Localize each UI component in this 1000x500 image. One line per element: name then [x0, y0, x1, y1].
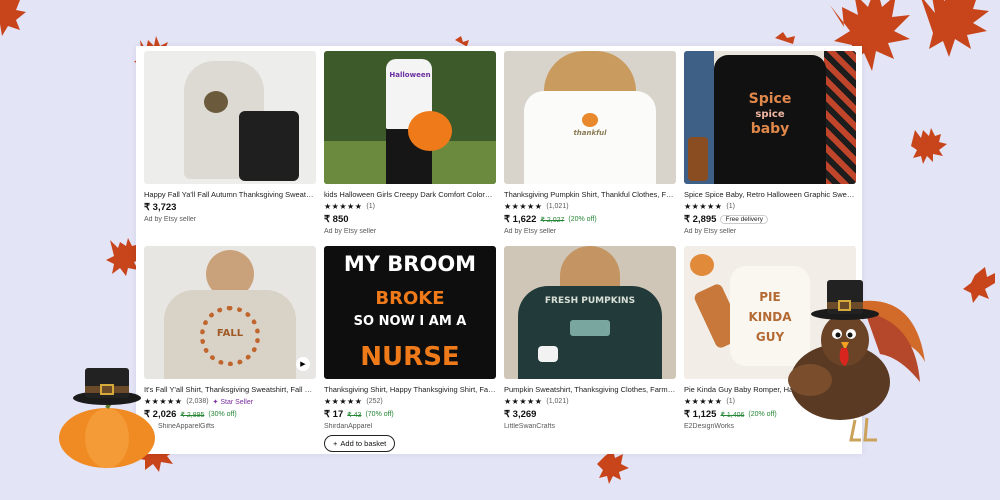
ad-label: Ad by Etsy seller: [504, 228, 557, 235]
star-rating: ★★★★★: [504, 397, 543, 406]
star-rating: ★★★★★: [324, 397, 363, 406]
listing-price: ₹ 17: [324, 409, 344, 420]
original-price: ₹ 1,406: [720, 411, 745, 419]
listing-price: ₹ 1,125: [684, 409, 717, 420]
shirt-text: spice: [755, 109, 785, 120]
ad-label: Ad by Etsy seller: [144, 216, 197, 223]
discount-label: (20% off): [748, 411, 777, 418]
shirt-text: BROKE: [375, 288, 445, 309]
original-price: ₹ 2,895: [180, 411, 205, 419]
listing-price: ₹ 850: [324, 214, 349, 225]
star-seller-label: Star Seller: [220, 398, 254, 406]
listing-card[interactable]: Halloween kids Halloween Girls Creepy Da…: [324, 51, 496, 235]
star-rating: ★★★★★: [324, 202, 363, 211]
turkey-pilgrim-illustration: [788, 280, 925, 442]
listing-card[interactable]: MY BROOM BROKE SO NOW I AM A NURSE Thank…: [324, 246, 496, 452]
original-price: ₹ 2,027: [540, 216, 565, 224]
review-count: (1,021): [546, 203, 569, 210]
star-seller-badge: ✦ Star Seller: [212, 398, 254, 406]
listing-image[interactable]: Spice spice baby: [684, 51, 856, 184]
star-rating: ★★★★★: [504, 202, 543, 211]
review-count: (1): [366, 203, 375, 210]
star-rating: ★★★★★: [684, 397, 723, 406]
listing-card[interactable]: Happy Fall Ya'll Fall Autumn Thanksgivin…: [144, 51, 316, 223]
listing-title[interactable]: Pumpkin Sweatshirt, Thanksgiving Clothes…: [504, 385, 676, 394]
shirt-text: baby: [750, 121, 790, 137]
shirt-text: FRESH PUMPKINS: [544, 296, 636, 306]
listing-panel: Happy Fall Ya'll Fall Autumn Thanksgivin…: [136, 46, 862, 454]
shirt-text: SO NOW I AM A: [353, 314, 467, 329]
listing-price: ₹ 1,622: [504, 214, 537, 225]
discount-label: (20% off): [568, 216, 597, 223]
discount-label: (30% off): [208, 411, 237, 418]
star-rating: ★★★★★: [684, 202, 723, 211]
shop-name[interactable]: LittleSwanCrafts: [504, 423, 676, 430]
listing-image[interactable]: thankful: [504, 51, 676, 184]
listing-image[interactable]: Halloween: [324, 51, 496, 184]
shirt-text: thankful: [573, 129, 607, 137]
shop-name[interactable]: ShirdanApparel: [324, 423, 496, 430]
review-count: (1,021): [546, 398, 569, 405]
review-count: (252): [366, 398, 383, 405]
listing-card[interactable]: Spice spice baby Spice Spice Baby, Retro…: [684, 51, 856, 235]
shirt-text: MY BROOM: [343, 252, 477, 276]
shirt-text: FALL: [216, 328, 244, 339]
play-video-icon[interactable]: ▶: [296, 357, 310, 371]
review-count: (1): [726, 203, 735, 210]
shirt-text: Spice: [748, 91, 792, 107]
original-price: ₹ 43: [347, 411, 362, 419]
listing-card[interactable]: FRESH PUMPKINS Pumpkin Sweatshirt, Thank…: [504, 246, 676, 430]
listing-title[interactable]: It's Fall Y'all Shirt, Thanksgiving Swea…: [144, 385, 316, 394]
plus-icon: +: [333, 439, 338, 448]
ad-label: Ad by Etsy seller: [324, 228, 377, 235]
listing-price: ₹ 2,895: [684, 214, 717, 225]
listing-title[interactable]: Happy Fall Ya'll Fall Autumn Thanksgivin…: [144, 190, 316, 199]
listing-image[interactable]: MY BROOM BROKE SO NOW I AM A NURSE: [324, 246, 496, 379]
listing-card[interactable]: FALL ▶ It's Fall Y'all Shirt, Thanksgivi…: [144, 246, 316, 430]
listing-grid: Happy Fall Ya'll Fall Autumn Thanksgivin…: [144, 51, 856, 452]
listing-title[interactable]: Thanksgiving Shirt, Happy Thanksgiving S…: [324, 385, 496, 394]
listing-price: ₹ 3,269: [504, 409, 537, 420]
ad-label: Ad by Etsy seller: [684, 228, 737, 235]
listing-image[interactable]: [144, 51, 316, 184]
add-to-basket-label: Add to basket: [340, 439, 387, 448]
listing-card[interactable]: thankful Thanksgiving Pumpkin Shirt, Tha…: [504, 51, 676, 235]
shirt-text: NURSE: [360, 342, 460, 372]
review-count: (2,038): [186, 398, 209, 405]
pumpkin-pilgrim-hat-illustration: [59, 368, 155, 468]
shop-name[interactable]: ShineApparelGifts: [144, 423, 316, 430]
listing-title[interactable]: Spice Spice Baby, Retro Halloween Graphi…: [684, 190, 856, 199]
listing-price: ₹ 3,723: [144, 202, 177, 213]
listing-title[interactable]: kids Halloween Girls Creepy Dark Comfort…: [324, 190, 496, 199]
listing-image[interactable]: FRESH PUMPKINS: [504, 246, 676, 379]
shirt-text: Halloween: [389, 71, 431, 79]
listing-title[interactable]: Thanksgiving Pumpkin Shirt, Thankful Clo…: [504, 190, 676, 199]
listing-image[interactable]: FALL ▶: [144, 246, 316, 379]
review-count: (1): [726, 398, 735, 405]
add-to-basket-button[interactable]: + Add to basket: [324, 435, 396, 452]
free-delivery-badge: Free delivery: [720, 215, 769, 224]
discount-label: (70% off): [365, 411, 394, 418]
